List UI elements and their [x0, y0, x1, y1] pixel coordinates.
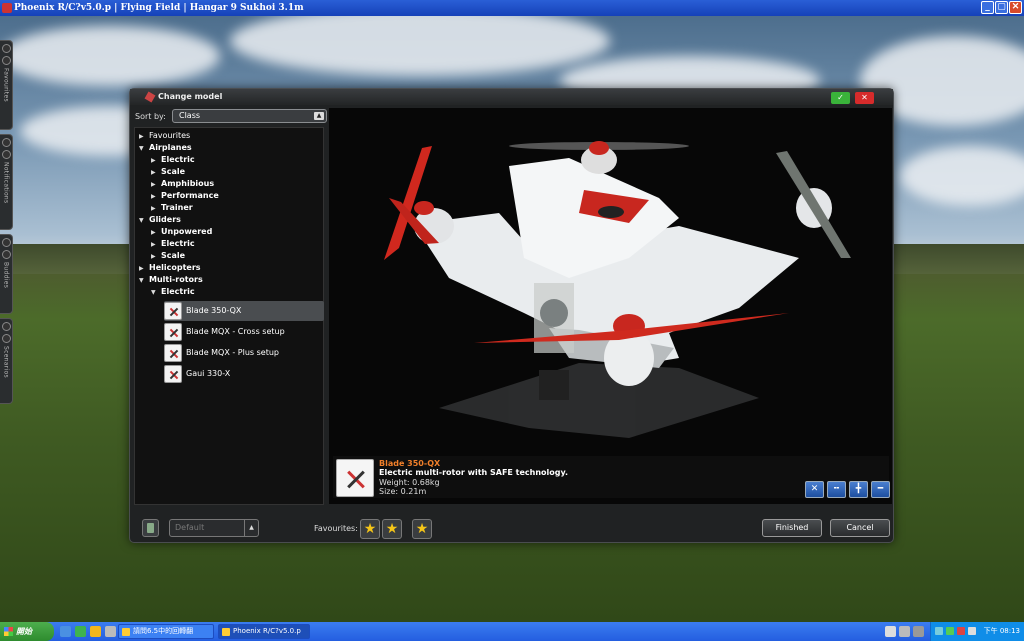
model-info-weight: Weight: 0.68kg: [379, 478, 440, 487]
collapse-arrow-icon: ▼: [139, 145, 144, 152]
tree-node-unpowered[interactable]: ▶ Unpowered: [151, 226, 212, 238]
window-titlebar: Phoenix R/C?v5.0.p | Flying Field | Hang…: [0, 0, 1024, 16]
side-tab-scenarios[interactable]: Scenarios: [0, 318, 13, 404]
model-item-blade-350qx[interactable]: Blade 350-QX: [164, 301, 324, 321]
model-info-size: Size: 0.21m: [379, 487, 427, 496]
tree-node-favourites[interactable]: ▶ Favourites: [139, 130, 190, 142]
model-preview-viewport[interactable]: [329, 108, 892, 504]
help-icon[interactable]: [899, 626, 910, 637]
model-tree: ▶ Favourites ▼ Airplanes ▶ Electric ▶ Scale …: [134, 127, 324, 505]
antivirus-icon[interactable]: [957, 627, 965, 635]
minimize-button[interactable]: _: [981, 1, 994, 14]
pin-icon: [1, 250, 11, 259]
windows-taskbar: 開始 請問6.5中的回轉翻 Phoenix R/C?v5.0.p 下午 08:1…: [0, 622, 1024, 641]
model-item-blade-mqx-plus[interactable]: Blade MQX - Plus setup: [164, 343, 324, 363]
chevron-up-icon: ▲: [314, 112, 324, 120]
window-title: Phoenix R/C?v5.0.p | Flying Field | Hang…: [14, 3, 304, 13]
tree-node-airplanes-scale[interactable]: ▶ Scale: [151, 166, 185, 178]
tree-node-multirotors[interactable]: ▼ Multi-rotors: [139, 274, 203, 286]
model-item-gaui-330x[interactable]: Gaui 330-X: [164, 364, 324, 384]
collapse-arrow-icon: ▼: [151, 289, 156, 296]
ie-icon[interactable]: [60, 626, 71, 637]
model-info-thumbnail: [336, 459, 374, 497]
chrome-icon[interactable]: [90, 626, 101, 637]
side-tab-favourites[interactable]: Favourites: [0, 40, 13, 130]
model-thumbnail: [164, 344, 182, 362]
sort-by-label: Sort by:: [135, 112, 166, 121]
desktop-icon[interactable]: [105, 626, 116, 637]
close-icon: [1, 322, 11, 331]
finished-button[interactable]: Finished: [762, 519, 822, 537]
tree-node-performance[interactable]: ▶ Performance: [151, 190, 219, 202]
app-icon: [2, 3, 12, 13]
pin-icon: [1, 56, 11, 65]
confirm-button[interactable]: ✓: [831, 92, 850, 104]
system-tray: 下午 08:13: [930, 622, 1024, 641]
model-thumbnail: [164, 302, 182, 320]
trash-icon[interactable]: [142, 519, 159, 537]
cancel-button[interactable]: Cancel: [830, 519, 890, 537]
tree-node-trainer[interactable]: ▶ Trainer: [151, 202, 193, 214]
pin-icon: [1, 150, 11, 159]
collapse-arrow-icon: ▼: [139, 277, 144, 284]
add-favourite-star-icon[interactable]: ★: [360, 519, 380, 539]
close-icon: [1, 138, 11, 147]
tree-node-airplanes[interactable]: ▼ Airplanes: [139, 142, 192, 154]
view-side-icon[interactable]: ━: [871, 481, 890, 498]
network-icon[interactable]: [935, 627, 943, 635]
clock: 下午 08:13: [983, 627, 1020, 635]
remove-favourite-star-icon[interactable]: ★: [382, 519, 402, 539]
view-top-icon[interactable]: ╋: [849, 481, 868, 498]
dialog-title: Change model: [158, 92, 223, 101]
model-thumbnail: [164, 323, 182, 341]
volume-icon[interactable]: [968, 627, 976, 635]
pin-icon: [1, 334, 11, 343]
security-icon[interactable]: [946, 627, 954, 635]
tree-node-amphibious[interactable]: ▶ Amphibious: [151, 178, 214, 190]
tree-node-multirotors-electric[interactable]: ▼ Electric: [151, 286, 195, 298]
sort-by-value: Class: [179, 111, 201, 120]
quadcopter-render: [384, 141, 851, 438]
model-info-description: Electric multi-rotor with SAFE technolog…: [379, 468, 569, 477]
tree-node-airplanes-electric[interactable]: ▶ Electric: [151, 154, 195, 166]
favourites-label: Favourites:: [314, 524, 358, 533]
model-info-name: Blade 350-QX: [379, 459, 441, 468]
model-item-blade-mqx-cross[interactable]: Blade MQX - Cross setup: [164, 322, 324, 342]
tree-node-gliders-scale[interactable]: ▶ Scale: [151, 250, 185, 262]
language-icon[interactable]: [885, 626, 896, 637]
side-tab-notifications[interactable]: Notifications: [0, 134, 13, 230]
start-button[interactable]: 開始: [0, 622, 54, 641]
favourite-star-icon[interactable]: ★: [412, 519, 432, 539]
close-icon: [1, 238, 11, 247]
dialog-bottom-bar: Default ▲ Favourites: ★ ★ ★ Finished Can…: [130, 509, 893, 543]
side-tab-buddies[interactable]: Buddies: [0, 234, 13, 314]
change-model-dialog: Change model ✓ ✕ Sort by: Class ▲ ▶ Favou…: [129, 88, 894, 543]
plane-icon: [144, 91, 156, 103]
collapse-arrow-icon: ▼: [139, 217, 144, 224]
tree-node-helicopters[interactable]: ▶ Helicopters: [139, 262, 201, 274]
view-front-icon[interactable]: ╍: [827, 481, 846, 498]
tree-node-gliders[interactable]: ▼ Gliders: [139, 214, 181, 226]
close-icon: [1, 44, 11, 53]
close-button[interactable]: ✕: [1009, 1, 1022, 14]
preset-select[interactable]: Default ▲: [169, 519, 259, 537]
dialog-titlebar: Change model ✓ ✕: [130, 89, 893, 105]
browser-icon[interactable]: [75, 626, 86, 637]
view-iso-icon[interactable]: ✕: [805, 481, 824, 498]
chevron-up-icon: ▲: [244, 520, 258, 536]
taskbar-item-browser[interactable]: 請問6.5中的回轉翻: [118, 624, 214, 639]
maximize-button[interactable]: ▢: [995, 1, 1008, 14]
tree-node-gliders-electric[interactable]: ▶ Electric: [151, 238, 195, 250]
sort-by-select[interactable]: Class ▲: [172, 109, 327, 123]
preset-select-value: Default: [175, 523, 205, 532]
keyboard-icon[interactable]: [913, 626, 924, 637]
taskbar-item-phoenix[interactable]: Phoenix R/C?v5.0.p: [218, 624, 310, 639]
dialog-close-button[interactable]: ✕: [855, 92, 874, 104]
model-thumbnail: [164, 365, 182, 383]
